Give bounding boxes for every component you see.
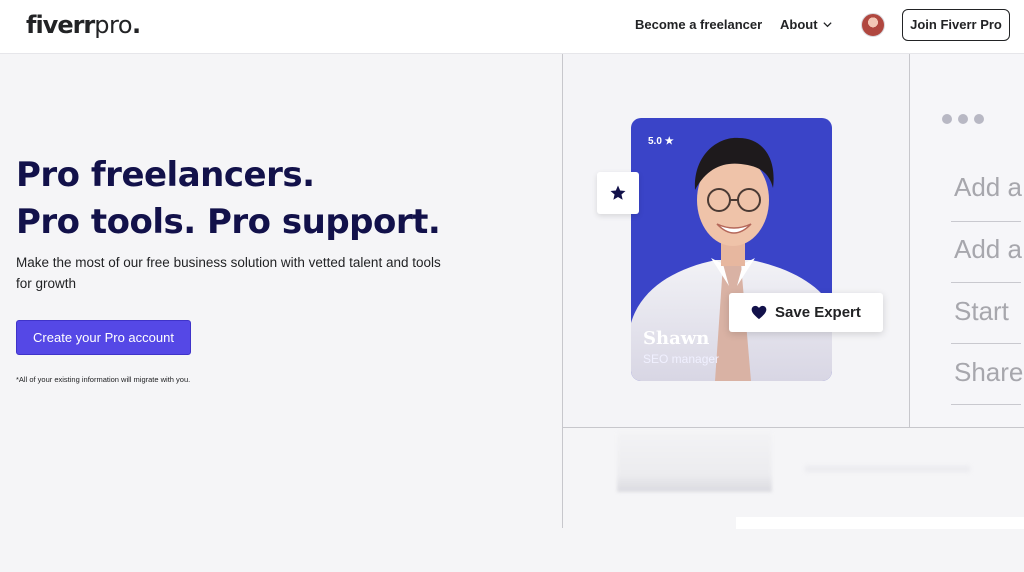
migration-footnote: *All of your existing information will m… [16,375,191,384]
expert-role: SEO manager [643,352,720,366]
divider [951,221,1021,222]
top-header: fiverrpro. Become a freelancer About Joi… [0,0,1024,54]
divider [951,404,1021,405]
logo-pro-text: pro [94,11,133,39]
avatar[interactable] [861,13,885,37]
create-pro-account-button[interactable]: Create your Pro account [16,320,191,355]
expert-rating: 5.0 ★ [648,136,674,147]
join-fiverr-pro-button[interactable]: Join Fiverr Pro [902,9,1010,41]
divider-vertical [562,54,563,528]
side-list-item: Add a [954,234,1022,264]
hero-subtitle: Make the most of our free business solut… [16,255,441,291]
divider-horizontal [562,427,1024,428]
save-expert-label: Save Expert [775,304,861,321]
divider-vertical [909,54,910,427]
logo-dot: . [132,11,141,39]
side-list-item: Add a [954,172,1022,202]
nav-become-freelancer-link[interactable]: Become a freelancer [635,17,762,32]
side-list-item: Start [954,296,1009,326]
hero-title-line-2: Pro tools. Pro support. [16,202,441,242]
logo-main-text: fiverr [26,11,95,39]
save-expert-button[interactable]: Save Expert [729,293,883,332]
more-dots-icon [942,114,984,124]
nav-about-menu[interactable]: About [780,17,833,32]
chevron-down-icon [822,22,832,28]
side-list-item: Share [954,357,1024,387]
star-icon [610,185,626,200]
blurred-preview [617,432,772,492]
divider [951,343,1021,344]
bottom-strip [736,517,1024,529]
fiverr-pro-logo[interactable]: fiverrpro. [26,11,141,39]
expert-name: Shawn [643,328,710,349]
nav-about-label: About [780,17,818,32]
favorite-star-badge[interactable] [597,172,639,214]
rating-value: 5.0 [648,136,662,147]
hero-title: Pro freelancers. Pro tools. Pro support. [16,152,441,246]
hero-title-line-1: Pro freelancers. [16,155,315,195]
blurred-preview-line [805,466,970,472]
heart-icon [751,305,767,320]
divider [951,282,1021,283]
star-icon: ★ [664,136,674,147]
